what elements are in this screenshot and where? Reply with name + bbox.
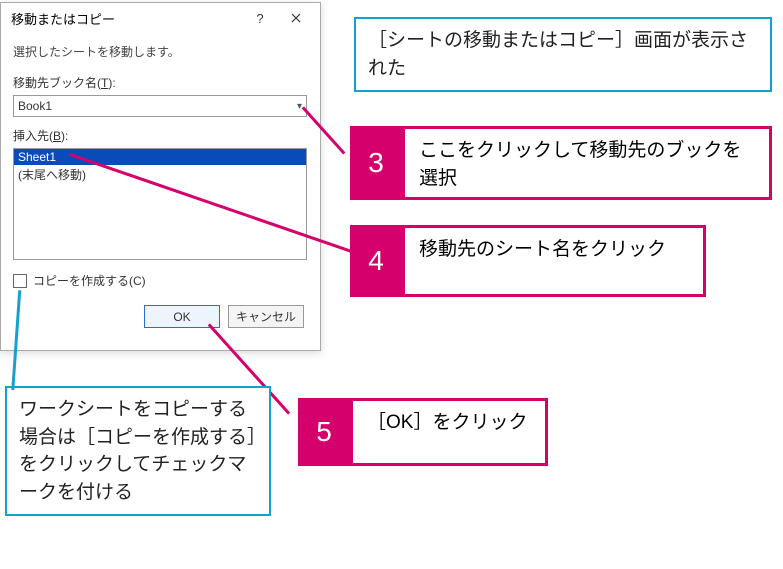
close-icon xyxy=(291,13,301,23)
titlebar: 移動またはコピー ? xyxy=(1,3,320,33)
destination-book-value: Book1 xyxy=(18,99,52,113)
destination-book-label: 移動先ブック名(T): xyxy=(13,74,308,91)
list-item[interactable]: (末尾へ移動) xyxy=(14,165,306,184)
list-item[interactable]: Sheet1 xyxy=(14,149,306,165)
create-copy-label: コピーを作成する(C) xyxy=(33,272,146,289)
insert-before-listbox[interactable]: Sheet1 (末尾へ移動) xyxy=(13,148,307,260)
button-row: OK キャンセル xyxy=(13,305,308,328)
callout-copy-checkbox: ワークシートをコピーする場合は［コピーを作成する］をクリックしてチェックマークを… xyxy=(5,386,271,516)
callout-dialog-shown: ［シートの移動またはコピー］画面が表示された xyxy=(354,17,772,92)
create-copy-checkbox[interactable] xyxy=(13,274,27,288)
move-or-copy-dialog: 移動またはコピー ? 選択したシートを移動します。 移動先ブック名(T): Bo… xyxy=(0,2,321,351)
close-button[interactable] xyxy=(278,6,314,30)
callout-step-5: ［OK］をクリック xyxy=(350,398,548,466)
dialog-description: 選択したシートを移動します。 xyxy=(13,43,308,60)
step-number-5: 5 xyxy=(298,398,350,466)
cancel-button[interactable]: キャンセル xyxy=(228,305,304,328)
help-button[interactable]: ? xyxy=(242,6,278,30)
chevron-down-icon: ▾ xyxy=(297,101,302,112)
step-number-4: 4 xyxy=(350,225,402,297)
dialog-title: 移動またはコピー xyxy=(11,9,115,28)
window-controls: ? xyxy=(242,6,314,30)
callout-step-3: ここをクリックして移動先のブックを選択 xyxy=(402,126,772,200)
callout-step-4: 移動先のシート名をクリック xyxy=(402,225,706,297)
step-number-3: 3 xyxy=(350,126,402,200)
destination-book-combo[interactable]: Book1 ▾ xyxy=(13,95,307,117)
insert-before-label: 挿入先(B): xyxy=(13,127,308,144)
create-copy-row: コピーを作成する(C) xyxy=(13,272,308,289)
